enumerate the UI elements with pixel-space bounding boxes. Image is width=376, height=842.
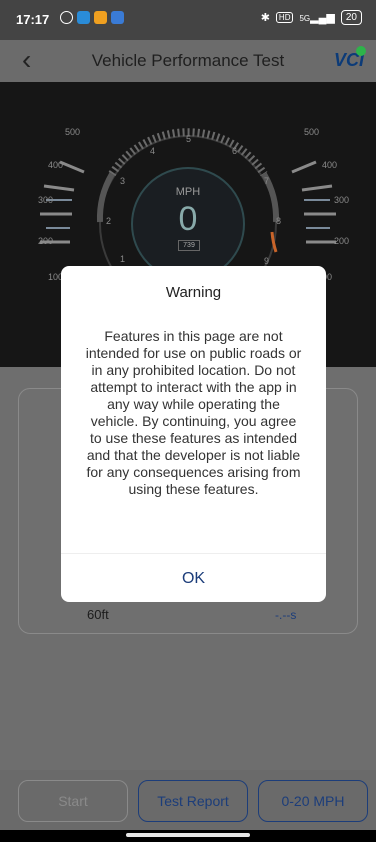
signal-icon: 5G▂▄▆ [299, 12, 335, 24]
status-bar: 17:17 ✱ HD 5G▂▄▆ 20 [0, 0, 376, 40]
result-row-label: 60ft [87, 607, 109, 622]
speed-unit-label: MPH [175, 186, 201, 198]
test-report-button[interactable]: Test Report [138, 780, 248, 822]
speed-tick-label: 9 [264, 256, 270, 266]
test-mode-button[interactable]: 0-20 MPH [258, 780, 368, 822]
connection-status-icon [356, 46, 366, 56]
speed-tick-label: 6 [232, 146, 238, 156]
home-indicator[interactable] [126, 833, 250, 837]
side-tick-label: 400 [322, 160, 338, 170]
network-type: 5G [299, 14, 311, 23]
dialog-message: Features in this page are not intended f… [85, 328, 302, 497]
status-time: 17:17 [16, 12, 50, 27]
rpm-readout: 739 [178, 240, 200, 251]
ok-button[interactable]: OK [61, 555, 326, 602]
app-header: ‹ Vehicle Performance Test VCI [0, 40, 376, 82]
side-tick-label: 400 [48, 160, 64, 170]
alarm-icon [60, 11, 73, 24]
side-tick-label: 500 [65, 127, 81, 137]
battery-icon: 20 [340, 10, 362, 25]
gesture-nav-bar [0, 830, 376, 842]
notification-icons [60, 11, 124, 24]
hd-icon: HD [275, 12, 294, 23]
side-tick-label: 500 [304, 127, 320, 137]
bluetooth-icon: ✱ [260, 12, 270, 24]
app-notification-icon [94, 11, 107, 24]
result-row-value: -.--s [275, 608, 297, 622]
speed-readout: 0 [178, 200, 198, 238]
warning-dialog: Warning Features in this page are not in… [61, 266, 326, 602]
speed-tick-label: 1 [120, 254, 126, 264]
app-notification-icon [77, 11, 90, 24]
speed-tick-label: 3 [120, 176, 126, 186]
dialog-divider [61, 553, 326, 554]
dialog-title: Warning [165, 284, 222, 301]
speed-tick-label: 7 [264, 176, 270, 186]
speed-tick-label: 5 [186, 134, 192, 144]
app-notification-icon [111, 11, 124, 24]
status-right: ✱ HD 5G▂▄▆ 20 [261, 10, 362, 25]
start-button[interactable]: Start [18, 780, 128, 822]
bottom-action-bar: Start Test Report 0-20 MPH [0, 770, 376, 830]
page-title: Vehicle Performance Test [91, 51, 285, 70]
speed-tick-label: 4 [150, 146, 156, 156]
